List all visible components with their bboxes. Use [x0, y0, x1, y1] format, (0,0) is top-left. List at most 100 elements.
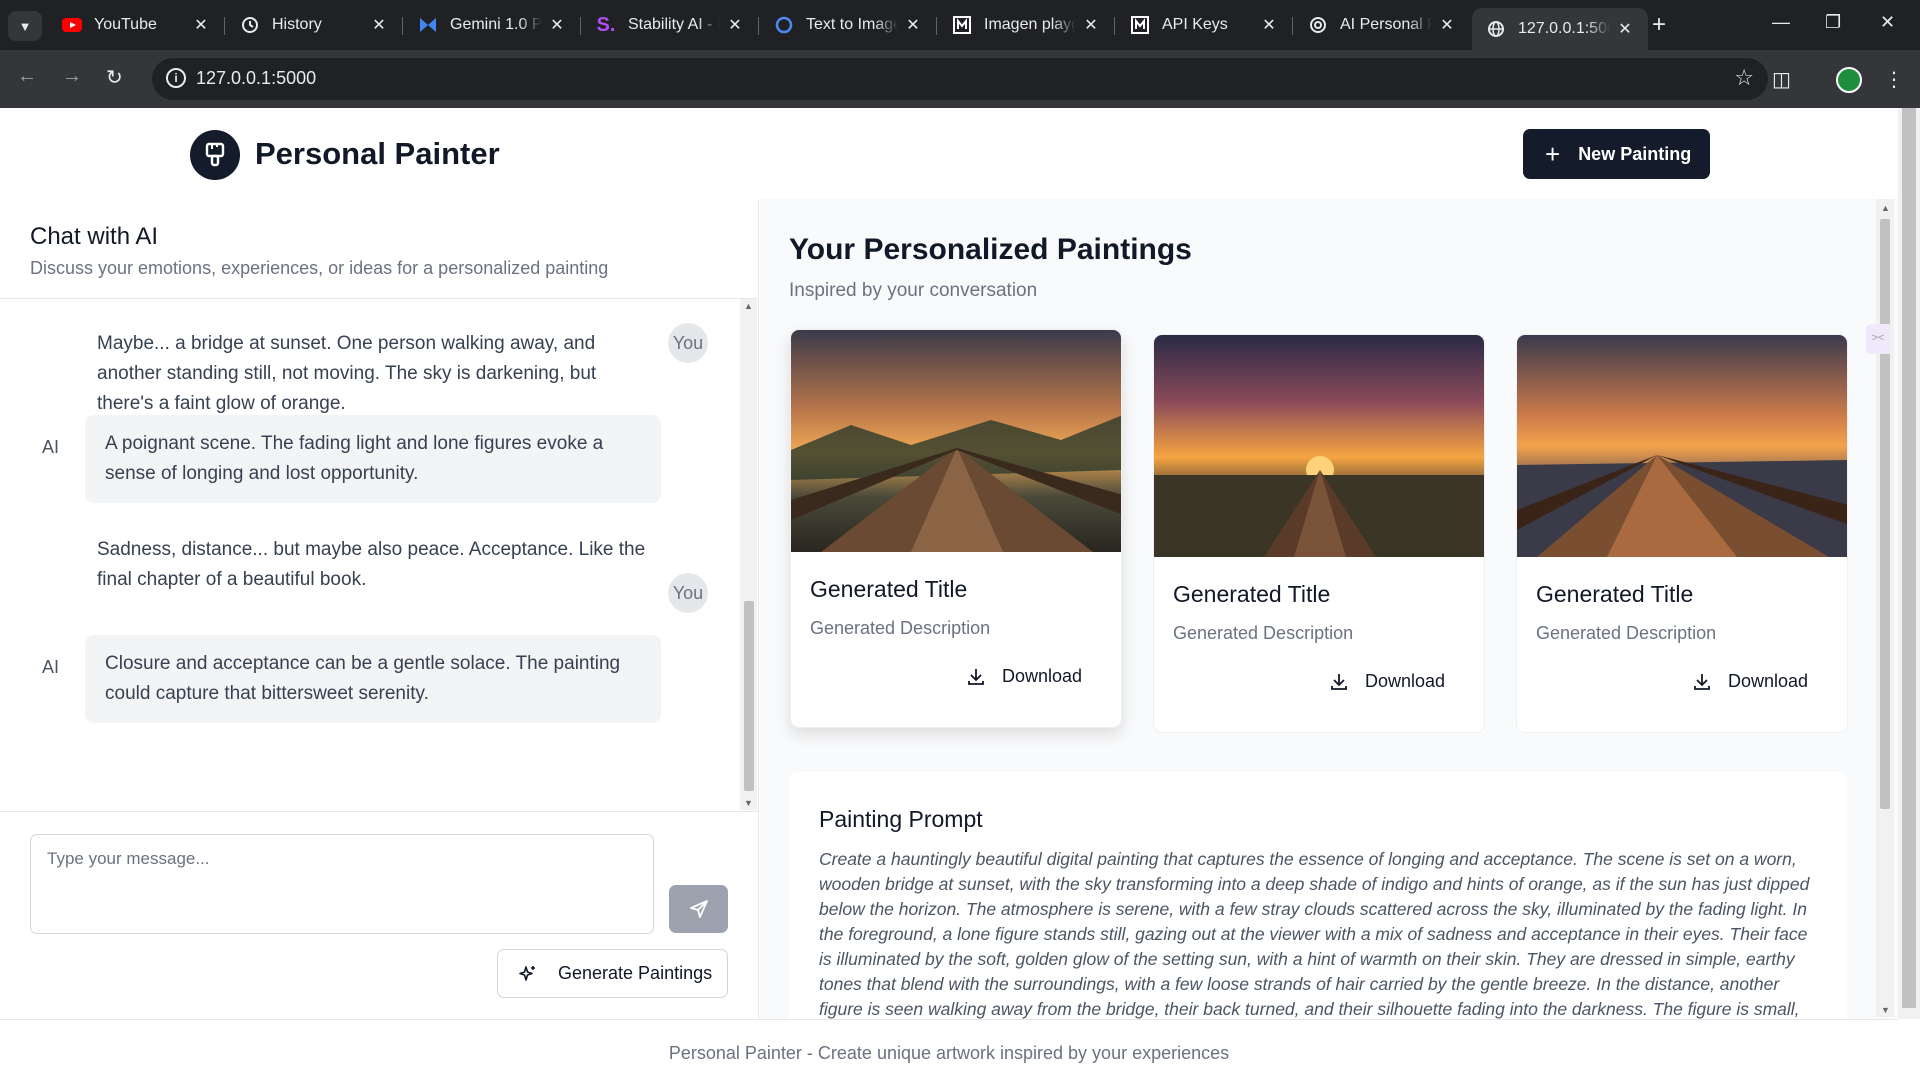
tab-title: API Keys: [1162, 16, 1228, 33]
generate-paintings-button[interactable]: Generate Paintings: [497, 949, 728, 998]
painting-description: Generated Description: [1173, 623, 1354, 643]
painting-image[interactable]: [1154, 335, 1485, 557]
paintings-scrollbar[interactable]: ▲ ▼: [1876, 199, 1894, 1017]
close-icon[interactable]: ✕: [548, 15, 566, 35]
scroll-up-icon[interactable]: ▲: [1881, 203, 1890, 213]
address-bar[interactable]: i 127.0.0.1:5000 ☆: [152, 58, 1768, 100]
paintings-subtitle: Inspired by your conversation: [789, 280, 1038, 301]
user-avatar: You: [668, 323, 708, 363]
close-icon[interactable]: ✕: [192, 15, 210, 35]
history-icon: [240, 15, 260, 35]
footer-text: Personal Painter - Create unique artwork…: [668, 1043, 1230, 1063]
text-to-image-icon: [774, 15, 794, 35]
new-tab-icon[interactable]: +: [1652, 13, 1666, 37]
imagen-icon: [952, 15, 972, 35]
scroll-up-icon[interactable]: ▲: [744, 301, 753, 311]
chevron-down-icon: ▼: [18, 18, 32, 34]
browser-tab[interactable]: API Keys ✕: [1116, 8, 1292, 42]
reload-icon[interactable]: ↻: [106, 65, 123, 90]
tab-title: Gemini 1.0 Pr: [450, 16, 542, 33]
bookmark-star-icon[interactable]: ☆: [1734, 65, 1754, 91]
scrollbar-thumb[interactable]: [1902, 108, 1916, 1008]
scrollbar-thumb[interactable]: [744, 601, 754, 791]
tab-title: AI Personal P: [1340, 16, 1432, 33]
painting-card: Generated Title Generated Description Do…: [1153, 334, 1485, 733]
extensions-icon[interactable]: ◫: [1772, 67, 1791, 92]
openai-icon: [1308, 15, 1328, 35]
message-input[interactable]: [30, 834, 654, 934]
download-label: Download: [1365, 671, 1446, 691]
ai-message: Closure and acceptance can be a gentle s…: [85, 635, 661, 723]
user-message: Sadness, distance... but maybe also peac…: [97, 539, 646, 590]
message-list[interactable]: Maybe... a bridge at sunset. One person …: [0, 299, 740, 810]
minimize-icon[interactable]: —: [1772, 12, 1790, 33]
download-button[interactable]: Download: [1692, 671, 1808, 692]
forward-icon[interactable]: →: [62, 65, 82, 88]
close-icon[interactable]: ✕: [370, 15, 388, 35]
brand-title: Personal Painter: [255, 136, 500, 171]
browser-tab[interactable]: Text to Image ✕: [760, 8, 936, 42]
site-info-icon[interactable]: i: [166, 68, 186, 88]
painting-description: Generated Description: [1536, 623, 1717, 643]
paintings-panel: Your Personalized Paintings Inspired by …: [760, 199, 1898, 1019]
close-icon[interactable]: ✕: [904, 15, 922, 35]
back-icon[interactable]: ←: [17, 65, 37, 88]
scroll-down-icon[interactable]: ▼: [744, 798, 753, 808]
paintbrush-logo-icon: [190, 130, 240, 180]
send-button[interactable]: [669, 885, 728, 933]
tab-title: Text to Image: [806, 16, 898, 33]
browser-tab[interactable]: History ✕: [226, 8, 402, 42]
browser-tab[interactable]: Imagen playg ✕: [938, 8, 1114, 42]
chat-panel: Chat with AI Discuss your emotions, expe…: [0, 199, 759, 1019]
browser-tab[interactable]: Gemini 1.0 Pr ✕: [404, 8, 580, 42]
menu-icon[interactable]: ⋮: [1884, 67, 1904, 92]
side-panel-toggle-icon[interactable]: ><: [1866, 324, 1890, 354]
painting-prompt-box: Painting Prompt Create a hauntingly beau…: [789, 772, 1847, 1019]
sparkles-icon: [519, 965, 535, 981]
generate-paintings-label: Generate Paintings: [558, 963, 713, 983]
url-text[interactable]: 127.0.0.1:5000: [196, 68, 316, 89]
tab-title: 127.0.0.1:500: [1518, 20, 1610, 37]
prompt-text: Create a hauntingly beautiful digital pa…: [819, 849, 1810, 1019]
download-button[interactable]: Download: [1329, 671, 1445, 692]
tab-title: Stability AI - I: [628, 16, 720, 33]
browser-tab-active[interactable]: 127.0.0.1:500 ✕: [1472, 8, 1648, 50]
download-label: Download: [1728, 671, 1809, 691]
download-icon: [968, 668, 984, 685]
close-icon[interactable]: ✕: [1438, 15, 1456, 35]
browser-tab[interactable]: YouTube ✕: [48, 8, 224, 42]
browser-tab[interactable]: S. Stability AI - I ✕: [582, 8, 758, 42]
painting-image[interactable]: [791, 330, 1122, 552]
painting-title: Generated Title: [1173, 581, 1331, 607]
paintings-title: Your Personalized Paintings: [789, 233, 1192, 266]
browser-tab[interactable]: AI Personal P ✕: [1294, 8, 1470, 42]
close-window-icon[interactable]: ✕: [1880, 12, 1895, 33]
chat-title: Chat with AI: [30, 223, 159, 250]
gemini-icon: [418, 15, 438, 35]
profile-avatar[interactable]: [1836, 67, 1862, 93]
tab-search-button[interactable]: ▼: [8, 11, 42, 41]
new-painting-button[interactable]: + New Painting: [1523, 129, 1710, 179]
divider: [0, 811, 759, 812]
close-icon[interactable]: ✕: [1260, 15, 1278, 35]
close-icon[interactable]: ✕: [1082, 15, 1100, 35]
close-icon[interactable]: ✕: [726, 15, 744, 35]
user-avatar: You: [668, 573, 708, 613]
close-icon[interactable]: ✕: [1616, 19, 1634, 39]
painting-image[interactable]: [1517, 335, 1848, 557]
plus-icon: +: [1545, 139, 1561, 169]
ai-avatar: AI: [42, 437, 60, 457]
ai-message: A poignant scene. The fading light and l…: [85, 415, 661, 503]
restore-icon[interactable]: ❐: [1825, 12, 1841, 33]
user-message: Maybe... a bridge at sunset. One person …: [97, 333, 597, 414]
scrollbar-thumb[interactable]: [1880, 219, 1890, 809]
page-scrollbar[interactable]: [1898, 108, 1920, 1019]
chat-scrollbar[interactable]: ▲ ▼: [740, 299, 757, 810]
scroll-down-icon[interactable]: ▼: [1881, 1005, 1890, 1015]
download-button[interactable]: Download: [966, 666, 1082, 687]
tab-title: YouTube: [94, 16, 157, 33]
painting-title: Generated Title: [1536, 581, 1694, 607]
download-label: Download: [1002, 666, 1083, 686]
browser-tabstrip: ▼ YouTube ✕ History ✕ Gemini 1.0 Pr ✕ S.…: [0, 0, 1920, 50]
send-icon: [689, 900, 708, 918]
